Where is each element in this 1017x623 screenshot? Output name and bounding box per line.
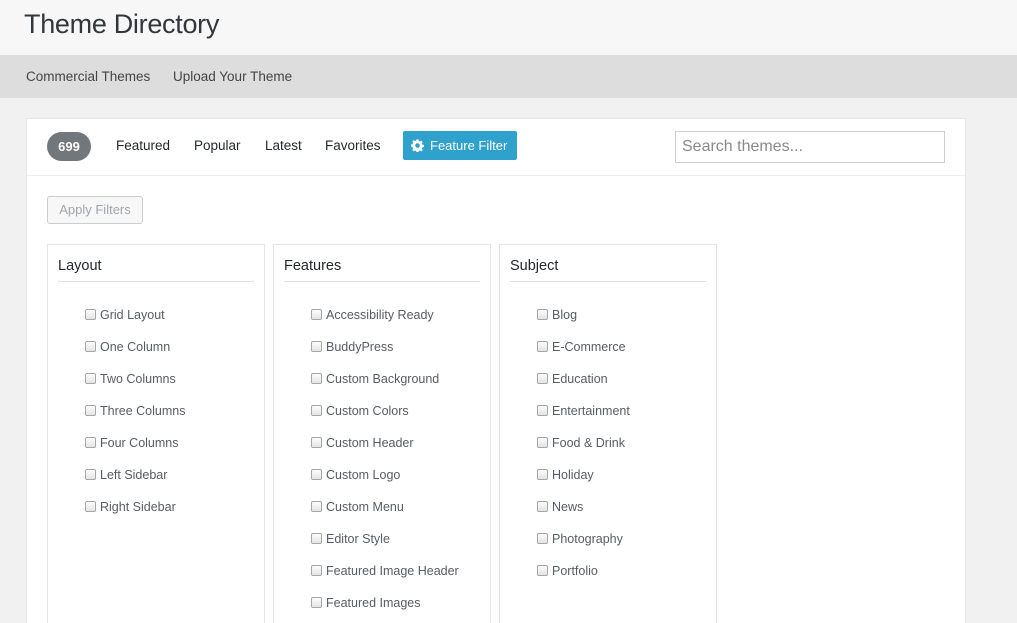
theme-count-badge: 699 [47,132,91,161]
tab-popular[interactable]: Popular [194,138,241,153]
filter-option-label: Blog [552,308,578,322]
theme-browser-panel: 699 Featured Popular Latest Favorites Fe… [26,118,966,623]
filter-option-label: Custom Colors [326,404,409,418]
filter-option-label: Custom Background [326,372,440,386]
filter-option-label: Three Columns [100,404,186,418]
filter-group-layout: Layout Grid Layout One Column Two Columns T… [47,244,265,623]
checkbox[interactable] [311,469,322,480]
filter-option-label: Editor Style [326,532,390,546]
checkbox[interactable] [311,373,322,384]
checkbox[interactable] [311,309,322,320]
filter-option-label: Education [552,372,608,386]
checkbox[interactable] [85,373,96,384]
checkbox[interactable] [537,501,548,512]
nav-upload-your-theme[interactable]: Upload Your Theme [173,69,292,84]
filter-option-label: Left Sidebar [100,468,168,482]
checkbox[interactable] [537,469,548,480]
filter-option-label: Featured Image Header [326,564,459,578]
checkbox[interactable] [311,565,322,576]
filter-group-title: Subject [510,258,706,282]
filter-option-label: Photography [552,532,623,546]
filter-group-features: Features Accessibility Ready BuddyPress Cu… [273,244,491,623]
checkbox[interactable] [537,373,548,384]
filter-group-subject: Subject Blog E-Commerce Education Entertain… [499,244,717,623]
filter-option-label: BuddyPress [326,340,394,354]
checkbox[interactable] [537,437,548,448]
filter-option-label: Grid Layout [100,308,165,322]
tab-featured[interactable]: Featured [116,138,170,153]
filter-option-label: Custom Menu [326,500,404,514]
filter-option-label: Accessibility Ready [326,308,434,322]
filter-option-label: Food & Drink [552,436,625,450]
checkbox[interactable] [85,469,96,480]
filter-option-label: News [552,500,584,514]
feature-filter-label: Feature Filter [430,138,508,153]
search-input[interactable] [675,131,945,163]
filter-option-label: Custom Logo [326,468,401,482]
filter-option-label: Entertainment [552,404,630,418]
filter-option-label: Custom Header [326,436,414,450]
filter-option-label: One Column [100,340,171,354]
filter-option-label: Two Columns [100,372,176,386]
checkbox[interactable] [311,405,322,416]
checkbox[interactable] [311,341,322,352]
page-header: Theme Directory [0,0,1017,55]
tab-latest[interactable]: Latest [265,138,302,153]
filter-option-label: Right Sidebar [100,500,176,514]
filter-option-label: Four Columns [100,436,179,450]
filter-option-label: E-Commerce [552,340,626,354]
checkbox[interactable] [537,309,548,320]
checkbox[interactable] [311,533,322,544]
filter-option-label: Portfolio [552,564,598,578]
filter-option-label: Holiday [552,468,594,482]
checkbox[interactable] [537,405,548,416]
checkbox[interactable] [85,341,96,352]
page-title: Theme Directory [24,9,220,39]
gear-icon [411,139,424,152]
checkbox[interactable] [537,565,548,576]
checkbox[interactable] [311,437,322,448]
checkbox[interactable] [311,501,322,512]
filter-group-title: Layout [58,258,254,282]
checkbox[interactable] [85,437,96,448]
checkbox[interactable] [85,309,96,320]
apply-filters-button[interactable]: Apply Filters [47,196,143,224]
sub-navigation: Commercial Themes Upload Your Theme [0,55,1017,98]
tab-favorites[interactable]: Favorites [325,138,381,153]
checkbox[interactable] [537,341,548,352]
checkbox[interactable] [537,533,548,544]
checkbox[interactable] [311,597,322,608]
nav-commercial-themes[interactable]: Commercial Themes [26,69,150,84]
checkbox[interactable] [85,405,96,416]
feature-filter-button[interactable]: Feature Filter [403,131,517,160]
filter-bar: 699 Featured Popular Latest Favorites Fe… [27,119,965,176]
checkbox[interactable] [85,501,96,512]
filter-option-label: Featured Images [326,596,421,610]
filter-group-title: Features [284,258,480,282]
